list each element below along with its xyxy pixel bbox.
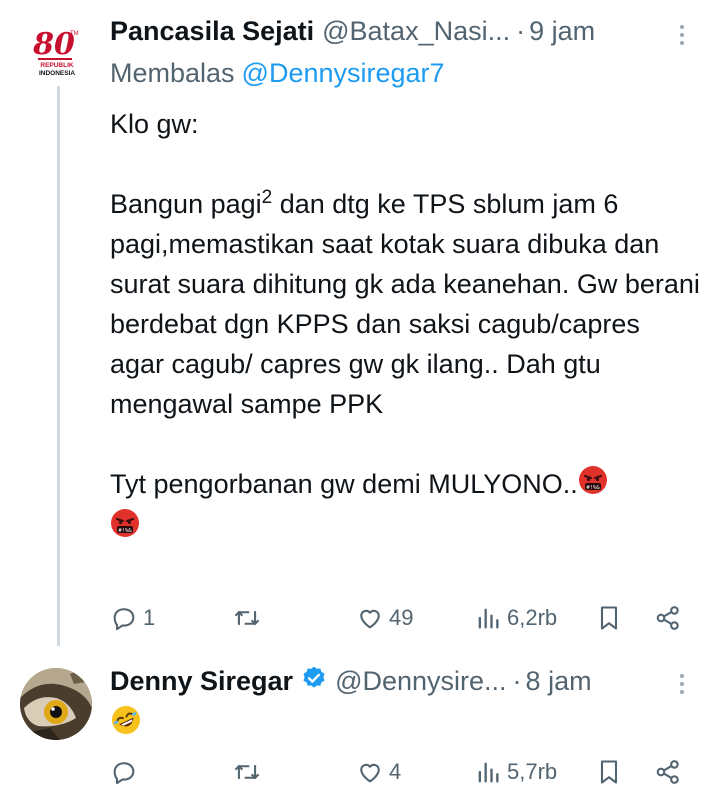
avatar-pancasila-sejati[interactable]: 80 TM REPUBLIK INDONESIA [26,22,88,84]
like-button[interactable]: 49 [356,603,413,633]
share-icon [656,606,679,630]
reply-context: Membalas @Dennysiregar7 [110,58,445,89]
retweet-button[interactable] [232,757,267,787]
face-with-symbols-on-mouth-icon: #!%& [578,465,608,506]
rolling-on-the-floor-laughing-icon [110,704,142,747]
svg-text:80: 80 [32,27,75,62]
tweet-text-paragraph: Bangun pagi2 dan dtg ke TPS sblum jam 6 … [110,187,700,419]
share-icon [656,760,679,784]
owl-avatar-icon [20,668,92,740]
author-handle[interactable]: @Batax_Nasi... [322,16,510,47]
views-icon [478,608,499,629]
hut-ri-80-logo: 80 TM REPUBLIK INDONESIA [26,22,88,84]
more-icon[interactable] [676,25,688,45]
svg-text:REPUBLIK: REPUBLIK [40,62,74,69]
face-with-symbols-on-mouth-icon: #!%& [110,508,140,549]
author-name[interactable]: Pancasila Sejati [110,16,314,47]
retweet-icon [234,764,260,780]
tweet-header: Denny Siregar @Dennysire... · 8 jam [110,665,592,698]
author-handle[interactable]: @Dennysire... [335,666,506,697]
reply-button[interactable]: 1 [110,603,155,633]
like-icon [360,609,380,629]
tweet-header: Pancasila Sejati @Batax_Nasi... · 9 jam [110,16,595,47]
more-icon[interactable] [676,674,688,694]
views-button[interactable]: 5,7rb [474,757,557,787]
bookmark-button[interactable] [596,603,622,633]
svg-text:TM: TM [70,31,79,37]
tweet-text [110,704,700,747]
avatar-denny-siregar[interactable] [20,668,92,740]
view-count: 6,2rb [507,605,558,630]
svg-text:INDONESIA: INDONESIA [39,70,75,77]
view-count: 5,7rb [507,759,558,784]
like-count: 4 [389,759,402,784]
tweet-text-line: Klo gw: [110,109,199,139]
verified-badge-icon [301,665,327,698]
reply-prefix: Membalas [110,58,235,88]
like-button[interactable]: 4 [356,757,401,787]
tweet-actions: 1 49 6,2rb [110,603,690,633]
share-button[interactable] [654,757,682,787]
retweet-button[interactable] [232,603,267,633]
tweet-actions: 4 5,7rb [110,757,690,787]
reply-icon [113,762,135,785]
bookmark-icon [600,606,618,630]
separator-dot: · [516,16,526,46]
reply-mention-link[interactable]: @Dennysiregar7 [242,58,445,88]
tweet-text: Klo gw: Bangun pagi2 dan dtg ke TPS sblu… [110,104,700,549]
tweet-text-line: Tyt pengorbanan gw demi MULYONO.. #!%& [110,464,700,506]
views-button[interactable]: 6,2rb [474,603,557,633]
separator-dot: · [512,666,522,696]
share-button[interactable] [654,603,682,633]
author-name[interactable]: Denny Siregar [110,666,293,697]
bookmark-button[interactable] [596,757,622,787]
reply-count: 1 [143,605,156,630]
thread-line [57,86,60,646]
reply-button[interactable] [110,757,143,787]
bookmark-icon [600,760,618,784]
tweet-time[interactable]: 9 jam [529,16,595,47]
svg-text:#!%&: #!%& [118,528,132,534]
like-icon [360,763,380,783]
views-icon [478,762,499,783]
reply-icon [113,608,135,631]
tweet-text-line: #!%& [110,506,700,548]
svg-text:#!%&: #!%& [586,485,600,491]
retweet-icon [234,610,260,626]
like-count: 49 [389,605,414,630]
tweet-time[interactable]: 8 jam [526,666,592,697]
